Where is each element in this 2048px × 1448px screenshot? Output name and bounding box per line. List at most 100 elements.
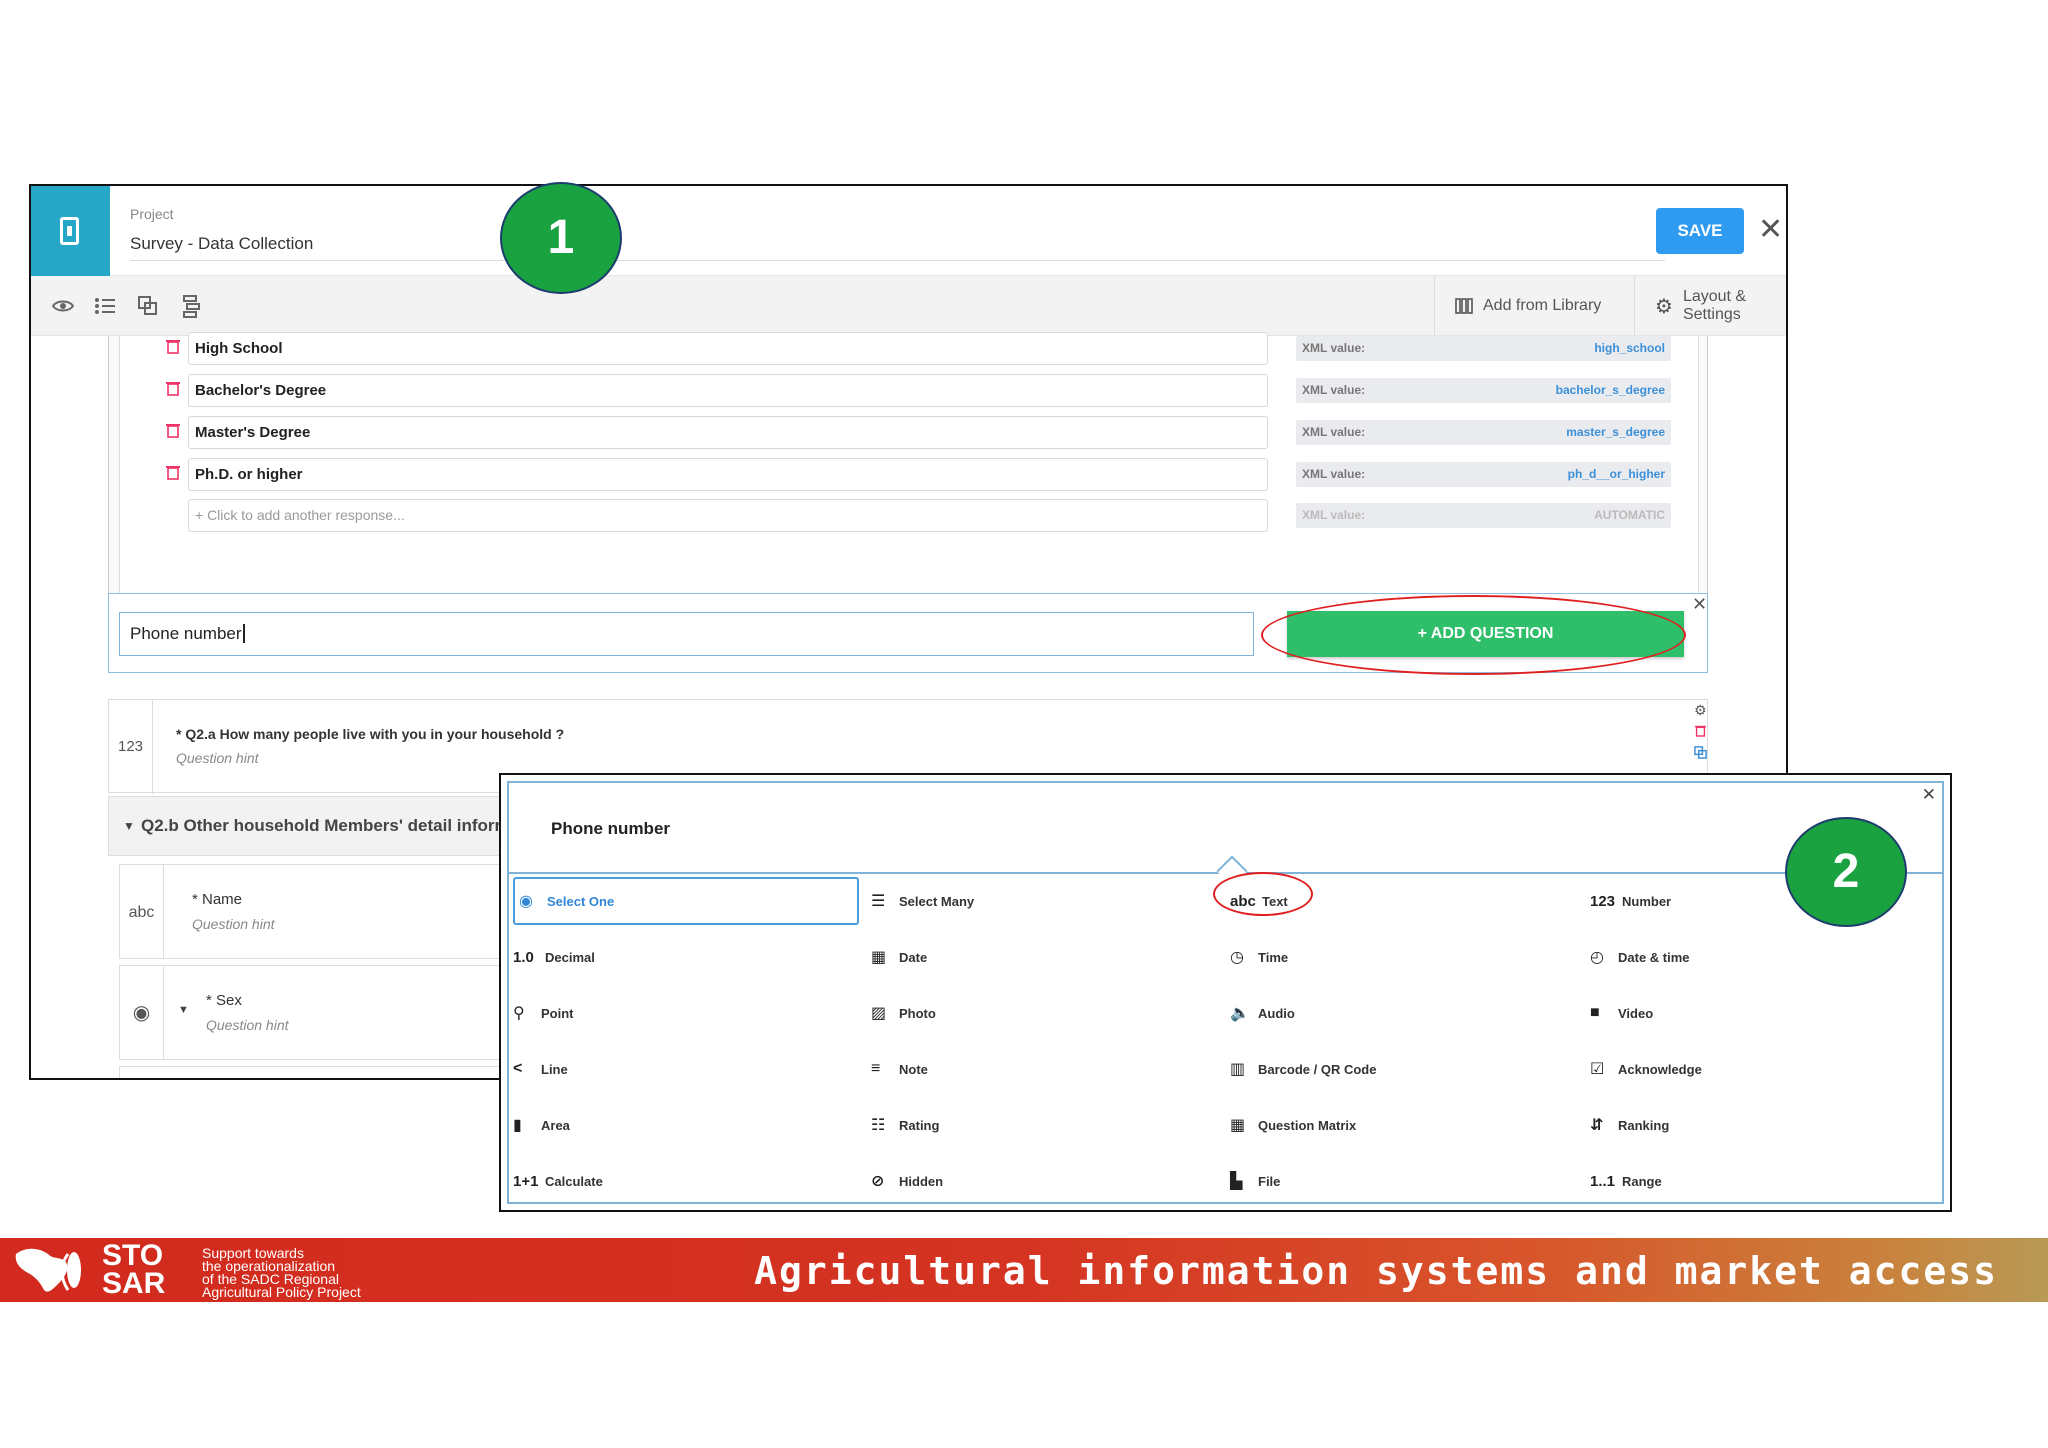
app-logo	[31, 186, 110, 276]
xml-value-box[interactable]: XML value: high_school	[1296, 336, 1671, 361]
question-name-input[interactable]: Phone number	[119, 612, 1254, 656]
type-icon: 1..1	[1590, 1172, 1616, 1190]
gear-icon: ⚙	[1655, 295, 1673, 318]
question-hint[interactable]: Question hint	[206, 1017, 289, 1033]
option-label-input[interactable]: Ph.D. or higher	[188, 458, 1268, 491]
banner-sar: SAR	[102, 1267, 166, 1300]
type-label: File	[1258, 1173, 1281, 1189]
hierarchy-icon[interactable]	[179, 294, 203, 318]
type-icon: ⊘	[871, 1173, 885, 1190]
type-icon: ▦	[1230, 1117, 1246, 1134]
type-option-range[interactable]: 1..1 Range	[1590, 1159, 1930, 1203]
type-label: Range	[1622, 1173, 1662, 1189]
type-option-decimal[interactable]: 1.0 Decimal	[513, 935, 863, 979]
banner-logotype: STO SAR	[102, 1241, 166, 1300]
project-label: Project	[130, 206, 174, 222]
option-label-input[interactable]: Bachelor's Degree	[188, 374, 1268, 407]
gear-icon[interactable]: ⚙	[1694, 702, 1707, 719]
type-option-line[interactable]: < Line	[513, 1047, 863, 1091]
number-type-icon: 123	[109, 700, 153, 794]
type-icon: ☷	[871, 1117, 886, 1134]
option-label-input[interactable]: Master's Degree	[188, 416, 1268, 449]
type-option-ranking[interactable]: ⇵ Ranking	[1590, 1103, 1930, 1147]
type-icon: ▥	[1230, 1061, 1246, 1078]
list-icon[interactable]	[93, 294, 117, 318]
type-label: Line	[541, 1061, 568, 1077]
type-option-date[interactable]: ▦ Date	[871, 935, 1211, 979]
duplicate-icon[interactable]	[1694, 746, 1707, 759]
xml-label: XML value:	[1302, 341, 1366, 355]
add-from-library-label: Add from Library	[1483, 297, 1602, 314]
question-title[interactable]: * Name	[192, 891, 242, 908]
option-label-input[interactable]: High School	[188, 332, 1268, 365]
type-option-audio[interactable]: 🔈 Audio	[1230, 991, 1570, 1035]
type-icon: ▮	[513, 1117, 522, 1134]
caret-down-icon[interactable]: ▼	[123, 797, 135, 855]
type-option-barcode-qr-code[interactable]: ▥ Barcode / QR Code	[1230, 1047, 1570, 1091]
xml-value-box: XML value: AUTOMATIC	[1296, 503, 1671, 528]
question-title[interactable]: * Sex	[206, 992, 242, 1009]
radio-type-icon: ◉	[120, 966, 164, 1059]
trash-icon[interactable]	[166, 464, 180, 480]
xml-value-box[interactable]: XML value: ph_d__or_higher	[1296, 462, 1671, 487]
group-title: Q2.b Other household Members' detail inf…	[141, 816, 530, 835]
type-option-point[interactable]: ⚲ Point	[513, 991, 863, 1035]
xml-value: master_s_degree	[1566, 425, 1665, 439]
type-icon: ▨	[871, 1005, 887, 1022]
xml-value: AUTOMATIC	[1594, 508, 1665, 522]
question-hint[interactable]: Question hint	[192, 916, 275, 932]
title-underline	[130, 260, 1665, 261]
type-option-question-matrix[interactable]: ▦ Question Matrix	[1230, 1103, 1570, 1147]
close-icon[interactable]: ✕	[1692, 594, 1707, 615]
group-icon[interactable]	[136, 294, 160, 318]
type-label: Select Many	[899, 893, 975, 909]
type-option-acknowledge[interactable]: ☑ Acknowledge	[1590, 1047, 1930, 1091]
type-option-file[interactable]: ▙ File	[1230, 1159, 1570, 1203]
type-option-date-time[interactable]: ◴ Date & time	[1590, 935, 1930, 979]
xml-value-box[interactable]: XML value: master_s_degree	[1296, 420, 1671, 445]
type-option-calculate[interactable]: 1+1 Calculate	[513, 1159, 863, 1203]
type-option-area[interactable]: ▮ Area	[513, 1103, 863, 1147]
type-label: Area	[541, 1117, 570, 1133]
trash-icon[interactable]	[1695, 724, 1706, 737]
xml-value-box[interactable]: XML value: bachelor_s_degree	[1296, 378, 1671, 403]
close-icon[interactable]: ✕	[1922, 785, 1936, 805]
type-option-select-many[interactable]: ☰ Select Many	[871, 879, 1211, 923]
type-label: Photo	[899, 1005, 936, 1021]
trash-icon[interactable]	[166, 338, 180, 354]
layout-settings-button[interactable]: ⚙ Layout & Settings	[1634, 276, 1786, 336]
footer-banner: STO SAR Support towards the operationali…	[0, 1238, 2048, 1302]
question-title[interactable]: * Q2.a How many people live with you in …	[176, 726, 564, 742]
add-response-input[interactable]: + Click to add another response...	[188, 499, 1268, 532]
question-hint[interactable]: Question hint	[176, 750, 259, 766]
type-icon: ◷	[1230, 949, 1244, 966]
type-label: Rating	[899, 1117, 940, 1133]
type-label: Calculate	[545, 1173, 603, 1189]
type-icon: ☑	[1590, 1061, 1605, 1078]
type-option-select-one[interactable]: ◉ Select One	[513, 877, 859, 925]
type-label: Note	[899, 1061, 928, 1077]
type-option-time[interactable]: ◷ Time	[1230, 935, 1570, 979]
type-option-photo[interactable]: ▨ Photo	[871, 991, 1211, 1035]
close-icon[interactable]: ✕	[1758, 210, 1783, 250]
type-label: Select One	[547, 893, 615, 909]
banner-tagline: Agricultural information systems and mar…	[754, 1249, 1998, 1293]
type-option-note[interactable]: ≡ Note	[871, 1047, 1211, 1091]
project-title[interactable]: Survey - Data Collection	[130, 234, 313, 254]
add-from-library-button[interactable]: Add from Library	[1434, 276, 1634, 336]
trash-icon[interactable]	[166, 380, 180, 396]
trash-icon[interactable]	[166, 422, 180, 438]
preview-eye-icon[interactable]	[51, 294, 75, 318]
save-button[interactable]: SAVE	[1656, 208, 1744, 254]
type-icon: 🔈	[1230, 1005, 1250, 1022]
type-option-hidden[interactable]: ⊘ Hidden	[871, 1159, 1211, 1203]
type-label: Point	[541, 1005, 574, 1021]
type-option-video[interactable]: ■ Video	[1590, 991, 1930, 1035]
question-type-chooser-screenshot: Phone number ✕ ◉ Select One ☰ Select Many ab…	[499, 773, 1952, 1212]
type-option-rating[interactable]: ☷ Rating	[871, 1103, 1211, 1147]
type-label: Time	[1258, 949, 1289, 965]
type-icon: ⚲	[513, 1005, 525, 1022]
caret-down-icon[interactable]: ▼	[178, 1004, 189, 1016]
type-label: Hidden	[899, 1173, 944, 1189]
banner-sub-line: Agricultural Policy Project	[202, 1284, 361, 1300]
